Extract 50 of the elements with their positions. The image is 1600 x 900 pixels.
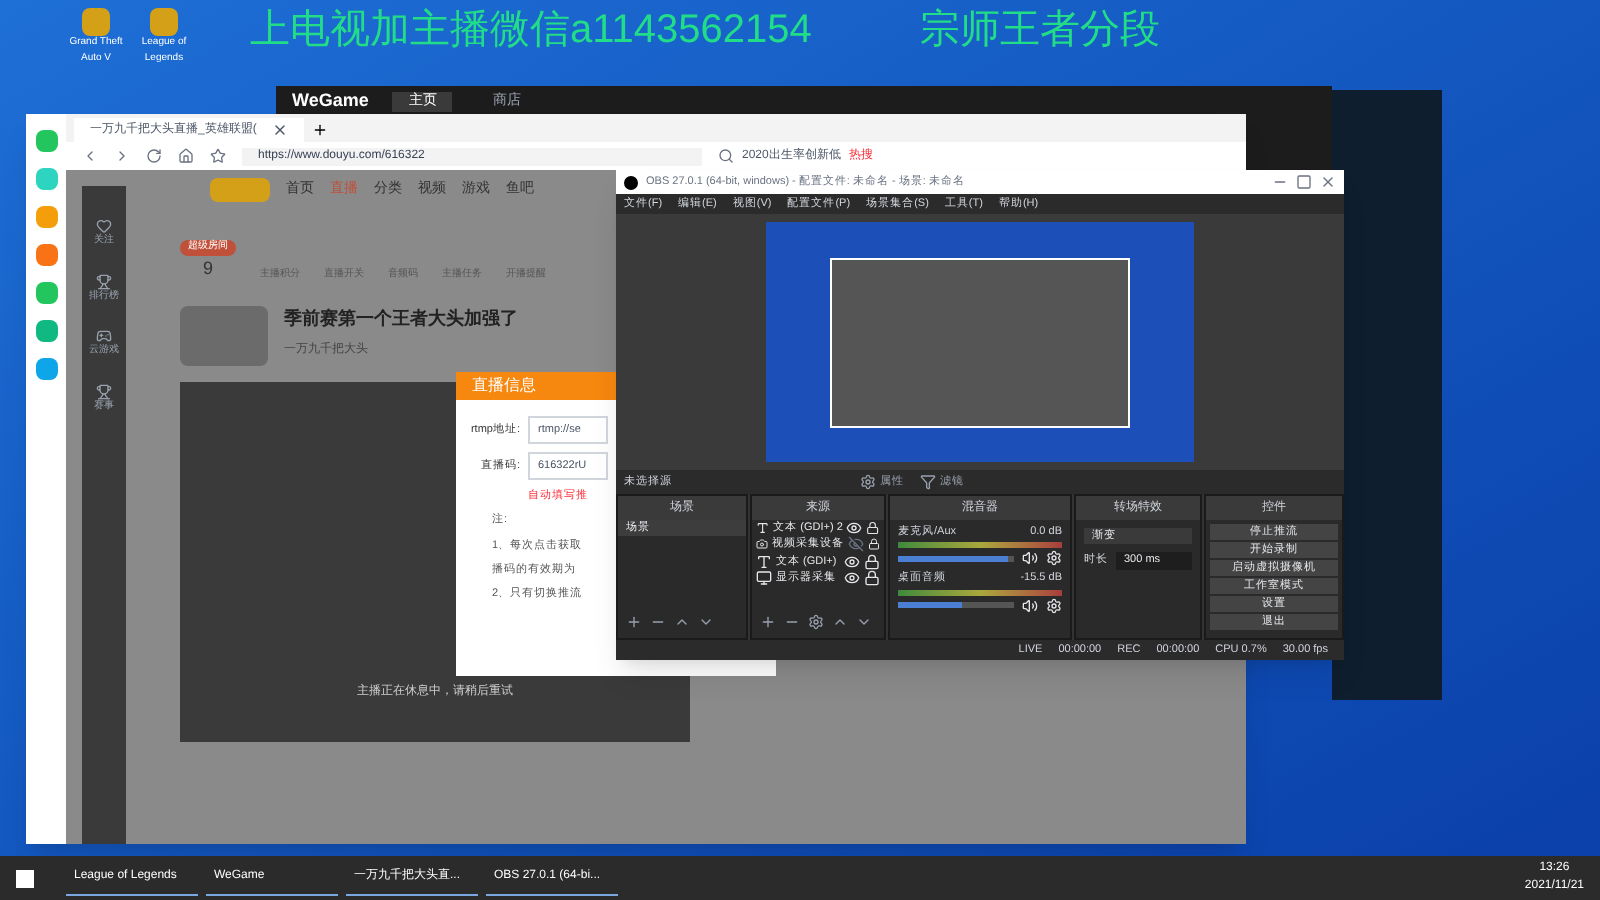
new-tab-icon[interactable]: [312, 122, 329, 138]
camera-icon: [756, 536, 768, 553]
sidebar-icon: [96, 273, 112, 289]
monitor-icon: [756, 569, 772, 586]
filter-icon: [920, 474, 936, 490]
app-title: WeGame: [292, 88, 369, 115]
text-icon: [756, 553, 772, 570]
gear-icon[interactable]: [808, 614, 824, 630]
eye-icon[interactable]: [846, 520, 863, 537]
overlay-text: 上电视加主播微信a1143562154: [250, 6, 812, 56]
app-icon[interactable]: [35, 358, 57, 380]
volume-slider[interactable]: [898, 602, 1014, 608]
add-icon[interactable]: [760, 614, 776, 630]
home-icon[interactable]: [178, 148, 194, 164]
gear-icon: [860, 474, 876, 490]
dialog-title: 直播信息: [472, 374, 536, 398]
up-icon[interactable]: [832, 614, 848, 630]
app-icon[interactable]: [35, 320, 57, 342]
lock-icon[interactable]: [868, 536, 880, 553]
lock-icon[interactable]: [864, 569, 880, 586]
forward-icon[interactable]: [114, 148, 130, 164]
eye-icon[interactable]: [844, 569, 860, 586]
sidebar-icon: [96, 218, 112, 234]
search-icon: [718, 148, 734, 164]
down-icon[interactable]: [856, 614, 872, 630]
photo-placeholder: [180, 306, 268, 366]
start-icon[interactable]: [16, 869, 34, 887]
star-icon[interactable]: [210, 148, 226, 164]
reload-icon[interactable]: [146, 148, 162, 164]
score-value: 9: [202, 255, 213, 281]
speaker-icon[interactable]: [1022, 597, 1038, 613]
close-icon[interactable]: [272, 122, 289, 138]
maximize-icon[interactable]: [1296, 174, 1312, 190]
overlay-text: 宗师王者分段: [920, 6, 1160, 56]
down-icon[interactable]: [698, 614, 714, 630]
lock-icon[interactable]: [866, 520, 880, 537]
up-icon[interactable]: [674, 614, 690, 630]
app-icon[interactable]: [35, 244, 57, 266]
speaker-icon[interactable]: [1022, 550, 1038, 567]
add-icon[interactable]: [626, 614, 642, 630]
close-icon[interactable]: [1320, 174, 1336, 190]
lock-icon[interactable]: [864, 553, 880, 570]
sidebar-icon: [96, 328, 112, 344]
app-logo-icon: [624, 175, 638, 189]
text-icon: [756, 520, 770, 537]
back-icon[interactable]: [82, 148, 98, 164]
sidebar-icon: [96, 383, 112, 399]
volume-slider[interactable]: [898, 555, 1014, 562]
eye-icon[interactable]: [844, 553, 860, 570]
stream-title: 季前赛第一个王者大头加强了: [284, 306, 518, 332]
